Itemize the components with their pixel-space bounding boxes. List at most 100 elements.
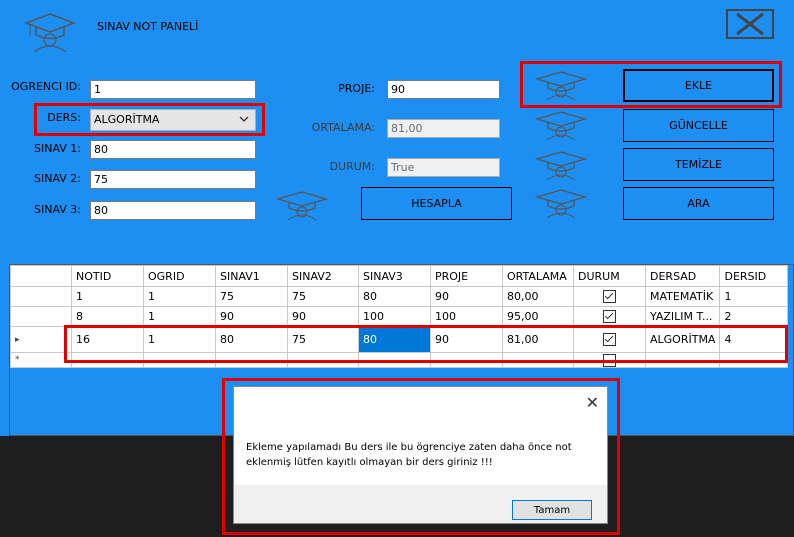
cell-dersad[interactable]: MATEMATİK: [644, 286, 721, 307]
checkbox-icon[interactable]: [603, 310, 616, 324]
cell-proje[interactable]: 100: [430, 306, 503, 327]
ogrenci-id-field[interactable]: 1: [90, 80, 256, 99]
cell-notid[interactable]: 1: [71, 286, 144, 307]
cell-ogrid[interactable]: 1: [143, 286, 216, 307]
table-row[interactable]: 1 1 75 75 80 90 80,00 MATEMATİK 1: [10, 286, 789, 307]
proje-field[interactable]: 90: [387, 80, 500, 99]
ortalama-field: 81,00: [387, 119, 500, 138]
ders-label: DERS:: [47, 111, 81, 124]
ekle-button[interactable]: EKLE: [623, 69, 774, 102]
cell-sinav1[interactable]: 80: [215, 326, 288, 353]
durum-label: DURUM:: [329, 160, 375, 173]
graduation-cap-icon: [24, 13, 76, 52]
graduation-cap-icon: [535, 189, 587, 218]
graduation-cap-icon: [535, 151, 587, 180]
sinav1-field[interactable]: 80: [90, 140, 256, 159]
cell-ortalama[interactable]: 95,00: [502, 306, 574, 327]
close-icon[interactable]: ✕: [586, 393, 599, 412]
checkbox-icon[interactable]: [603, 290, 616, 304]
column-header-proje[interactable]: PROJE: [430, 265, 503, 287]
column-header-notid[interactable]: NOTID: [71, 265, 144, 287]
app-title: SINAV NOT PANELİ: [97, 20, 199, 33]
guncelle-button[interactable]: GÜNCELLE: [623, 109, 774, 142]
cell-empty[interactable]: [71, 352, 144, 368]
chevron-down-icon: [239, 113, 249, 126]
cell-ortalama[interactable]: 81,00: [502, 326, 574, 353]
cell-sinav1[interactable]: 75: [215, 286, 288, 307]
graduation-cap-icon: [276, 191, 328, 220]
cell-ortalama[interactable]: 80,00: [502, 286, 574, 307]
column-header-sinav2[interactable]: SINAV2: [287, 265, 359, 287]
cell-dersad[interactable]: YAZILIM T...: [644, 306, 721, 327]
cell-dersid[interactable]: 4: [719, 326, 789, 353]
row-header-corner: [10, 265, 72, 287]
message-text: Ekleme yapılamadı Bu ders ile bu ögrenci…: [246, 442, 572, 468]
cell-notid[interactable]: 8: [71, 306, 144, 327]
cell-sinav2[interactable]: 75: [287, 286, 359, 307]
cell-durum[interactable]: [573, 352, 646, 368]
ogrenci-id-label: OGRENCI ID:: [11, 80, 81, 93]
sinav3-field[interactable]: 80: [90, 201, 256, 220]
cell-dersid[interactable]: 1: [719, 286, 789, 307]
cell-durum[interactable]: [573, 306, 646, 327]
cell-empty[interactable]: [719, 352, 789, 368]
proje-label: PROJE:: [338, 82, 375, 95]
column-header-ogrid[interactable]: OGRID: [143, 265, 216, 287]
sinav2-label: SINAV 2:: [33, 172, 81, 185]
cell-durum[interactable]: [573, 326, 646, 353]
column-header-dersad[interactable]: DERSAD: [644, 265, 721, 287]
ders-selected-value: ALGORİTMA: [94, 113, 160, 126]
cell-proje[interactable]: 90: [430, 286, 503, 307]
cell-empty[interactable]: [143, 352, 216, 368]
cell-empty[interactable]: [644, 352, 721, 368]
message-box: ✕ Ekleme yapılamadı Bu ders ile bu ögren…: [233, 386, 608, 524]
durum-field: True: [387, 158, 500, 177]
column-header-sinav3[interactable]: SINAV3: [358, 265, 431, 287]
main-form: SINAV NOT PANELİ OGRENCI ID: 1 DERS: ALG…: [0, 0, 794, 436]
column-header-durum[interactable]: DURUM: [573, 265, 646, 287]
table-new-row[interactable]: *: [10, 352, 789, 368]
temizle-button[interactable]: TEMİZLE: [623, 148, 774, 181]
row-header-new[interactable]: *: [10, 352, 72, 368]
close-icon: [736, 12, 764, 36]
cell-sinav3[interactable]: 80: [358, 286, 431, 307]
cell-empty[interactable]: [502, 352, 574, 368]
close-button[interactable]: [726, 9, 774, 39]
graduation-cap-icon: [535, 111, 587, 140]
cell-durum[interactable]: [573, 286, 646, 307]
cell-dersad[interactable]: ALGORİTMA: [644, 326, 721, 353]
row-header[interactable]: [10, 286, 72, 307]
cell-notid[interactable]: 16: [71, 326, 144, 353]
ortalama-label: ORTALAMA:: [311, 121, 375, 134]
checkbox-icon[interactable]: [603, 353, 616, 367]
table-row[interactable]: 8 1 90 90 100 100 95,00 YAZILIM T... 2: [10, 306, 789, 327]
cell-empty[interactable]: [430, 352, 503, 368]
row-header-current[interactable]: ▸: [10, 326, 72, 353]
cell-empty[interactable]: [215, 352, 288, 368]
cell-ogrid[interactable]: 1: [143, 306, 216, 327]
cell-ogrid[interactable]: 1: [143, 326, 216, 353]
cell-empty[interactable]: [287, 352, 359, 368]
table-row-current[interactable]: ▸ 16 1 80 75 80 90 81,00 ALGORİTMA 4: [10, 326, 789, 353]
column-header-dersid[interactable]: DERSID: [719, 265, 789, 287]
cell-sinav2[interactable]: 90: [287, 306, 359, 327]
column-header-ortalama[interactable]: ORTALAMA: [502, 265, 574, 287]
sinav1-label: SINAV 1:: [33, 142, 81, 155]
row-header[interactable]: [10, 306, 72, 327]
table-header-row: NOTID OGRID SINAV1 SINAV2 SINAV3 PROJE O…: [10, 265, 789, 287]
ok-button[interactable]: Tamam: [512, 500, 592, 520]
ders-combobox[interactable]: ALGORİTMA: [90, 109, 256, 131]
cell-empty[interactable]: [358, 352, 431, 368]
column-header-sinav1[interactable]: SINAV1: [215, 265, 288, 287]
cell-dersid[interactable]: 2: [719, 306, 789, 327]
checkbox-icon[interactable]: [603, 333, 616, 347]
cell-sinav3-selected[interactable]: 80: [358, 326, 431, 353]
cell-sinav3[interactable]: 100: [358, 306, 431, 327]
sinav2-field[interactable]: 75: [90, 170, 256, 189]
sinav3-label: SINAV 3:: [33, 203, 81, 216]
hesapla-button[interactable]: HESAPLA: [361, 187, 512, 220]
cell-sinav1[interactable]: 90: [215, 306, 288, 327]
cell-proje[interactable]: 90: [430, 326, 503, 353]
cell-sinav2[interactable]: 75: [287, 326, 359, 353]
ara-button[interactable]: ARA: [623, 187, 774, 220]
